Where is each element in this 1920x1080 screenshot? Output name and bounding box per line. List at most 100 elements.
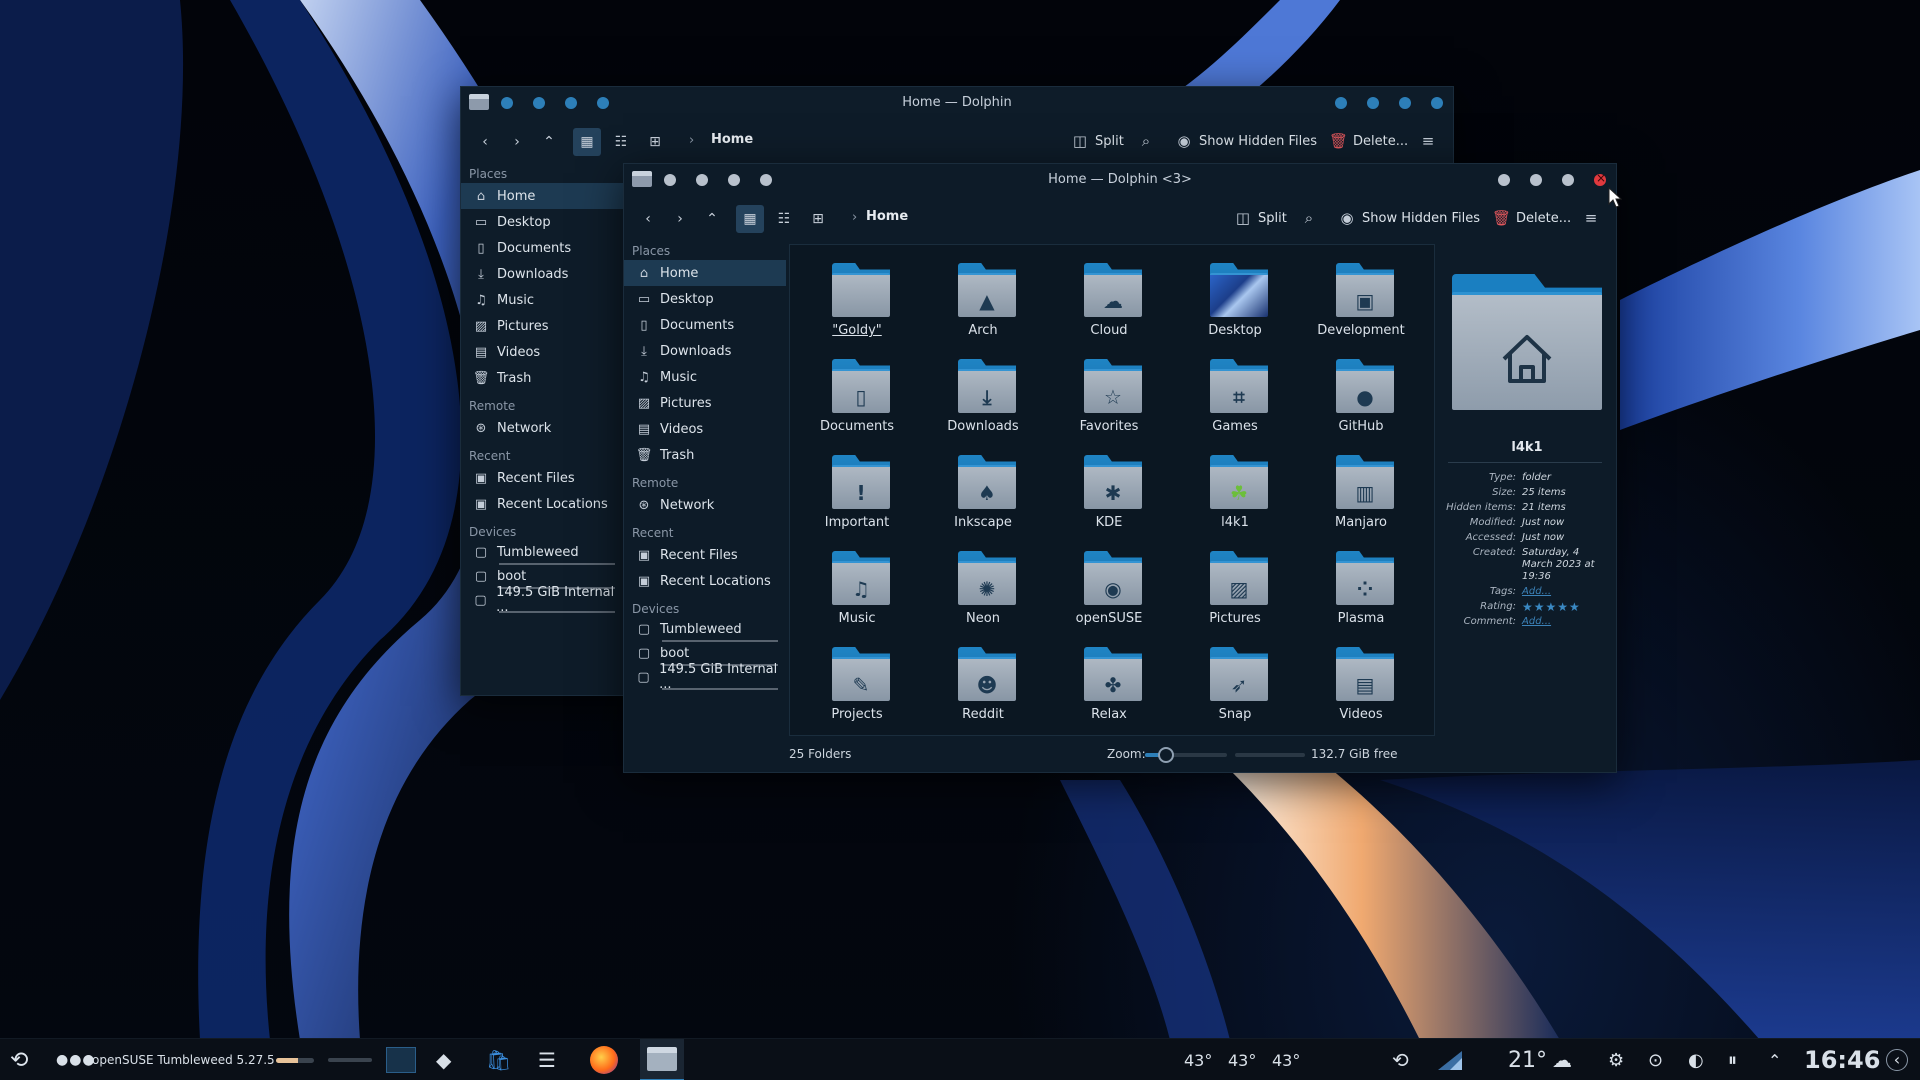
sidebar-item-videos[interactable]: ▤ Videos — [624, 416, 786, 442]
sidebar-item-tumbleweed[interactable]: ▢ Tumbleweed — [624, 618, 786, 640]
peek-desktop-button[interactable]: ‹ — [1886, 1039, 1908, 1080]
forward-button[interactable]: › — [666, 205, 694, 233]
folder-item[interactable]: ! Important — [798, 445, 916, 537]
firefox-task[interactable] — [590, 1039, 618, 1080]
sidebar-item-music[interactable]: ♫ Music — [461, 287, 623, 313]
minimize-button[interactable] — [1498, 174, 1510, 186]
sidebar-item-recent-files[interactable]: ▣ Recent Files — [624, 542, 786, 568]
sidebar-item-internal-drive[interactable]: ▢ 149.5 GiB Internal ... — [624, 662, 786, 692]
add-tags-link[interactable]: Add... — [1522, 586, 1606, 598]
compact-view-button[interactable]: ☷ — [607, 128, 635, 156]
sidebar-item-recent-locations[interactable]: ▣ Recent Locations — [461, 491, 623, 517]
show-hidden-button[interactable]: ◉ Show Hidden Files — [1175, 127, 1317, 155]
weather-temp[interactable]: 21° — [1508, 1039, 1547, 1080]
sidebar-item-home[interactable]: ⌂ Home — [461, 183, 623, 209]
icons-view-button[interactable]: ▦ — [736, 205, 764, 233]
rating-stars[interactable]: ★★★★★ — [1522, 601, 1606, 613]
updates-tray[interactable]: ⊙ — [1648, 1039, 1663, 1080]
folder-item[interactable]: "Goldy" — [798, 253, 916, 345]
sidebar-item-boot[interactable]: ▢ boot — [624, 642, 786, 664]
sidebar-item-desktop[interactable]: ▭ Desktop — [624, 286, 786, 312]
tray-expander[interactable]: ⌃ — [1768, 1039, 1781, 1080]
sidebar-item-pictures[interactable]: ▨ Pictures — [461, 313, 623, 339]
breadcrumb-home[interactable]: Home — [711, 132, 753, 147]
maximize-button[interactable] — [1530, 174, 1542, 186]
sidebar-item-network[interactable]: ⊛ Network — [461, 415, 623, 441]
folder-item[interactable]: ✎ Projects — [798, 637, 916, 729]
details-view-button[interactable]: ⊞ — [641, 128, 669, 156]
forward-button[interactable]: › — [503, 128, 531, 156]
sidebar-item-documents[interactable]: ▯ Documents — [624, 312, 786, 338]
folder-item[interactable]: ⌗ Games — [1176, 349, 1294, 441]
zoom-slider-handle[interactable] — [1157, 747, 1174, 763]
split-button[interactable]: ◫ Split — [1234, 204, 1287, 232]
folder-item[interactable]: ▲ Arch — [924, 253, 1042, 345]
minimize-button[interactable] — [1335, 97, 1347, 109]
pager-desktop[interactable] — [386, 1047, 416, 1073]
up-button[interactable]: ⌃ — [535, 128, 563, 156]
close-button[interactable] — [1431, 97, 1443, 109]
folder-item[interactable]: ✤ Relax — [1050, 637, 1168, 729]
folder-item[interactable]: ▣ Development — [1302, 253, 1420, 345]
sidebar-item-boot[interactable]: ▢ boot — [461, 565, 623, 587]
application-launcher[interactable]: ⟲ — [10, 1039, 28, 1080]
sidebar-item-recent-files[interactable]: ▣ Recent Files — [461, 465, 623, 491]
opensuse-tray[interactable]: ⟲ — [1392, 1039, 1409, 1080]
folder-item[interactable]: ▨ Pictures — [1176, 541, 1294, 633]
sidebar-item-videos[interactable]: ▤ Videos — [461, 339, 623, 365]
icons-view-button[interactable]: ▦ — [573, 128, 601, 156]
system-settings-tray[interactable]: ⚙ — [1608, 1039, 1624, 1080]
sidebar-item-trash[interactable]: 🗑 Trash — [461, 365, 623, 391]
up-button[interactable]: ⌃ — [698, 205, 726, 233]
breadcrumb-home[interactable]: Home — [866, 209, 908, 224]
compact-view-button[interactable]: ☷ — [770, 205, 798, 233]
titlebar[interactable]: Home — Dolphin <3> — [624, 164, 1616, 196]
folder-item[interactable]: ▤ Videos — [1302, 637, 1420, 729]
folder-item[interactable]: ☆ Favorites — [1050, 349, 1168, 441]
folder-item[interactable]: ♠ Inkscape — [924, 445, 1042, 537]
add-comment-link[interactable]: Add... — [1522, 616, 1606, 628]
folder-item[interactable]: ▯ Documents — [798, 349, 916, 441]
split-button[interactable]: ◫ Split — [1071, 127, 1124, 155]
folder-item[interactable]: ☻ Reddit — [924, 637, 1042, 729]
back-button[interactable]: ‹ — [634, 205, 662, 233]
close-button[interactable] — [1594, 171, 1606, 186]
sidebar-item-internal-drive[interactable]: ▢ 149.5 GiB Internal ... — [461, 585, 623, 615]
folder-item[interactable]: ♫ Music — [798, 541, 916, 633]
sidebar-item-downloads[interactable]: ⤓ Downloads — [461, 261, 623, 287]
show-hidden-button[interactable]: ◉ Show Hidden Files — [1338, 204, 1480, 232]
sidebar-item-downloads[interactable]: ⤓ Downloads — [624, 338, 786, 364]
dolphin-task[interactable] — [640, 1039, 684, 1080]
discover-task[interactable]: 🛍 — [486, 1039, 511, 1080]
folder-item[interactable]: ✱ KDE — [1050, 445, 1168, 537]
hamburger-menu-button[interactable]: ≡ — [1419, 127, 1437, 155]
folder-item[interactable]: ⤓ Downloads — [924, 349, 1042, 441]
sidebar-item-documents[interactable]: ▯ Documents — [461, 235, 623, 261]
sidebar-item-music[interactable]: ♫ Music — [624, 364, 786, 390]
delete-button[interactable]: 🗑 Delete... — [1329, 127, 1408, 155]
pager[interactable] — [386, 1039, 416, 1080]
sidebar-item-tumbleweed[interactable]: ▢ Tumbleweed — [461, 541, 623, 563]
folder-item[interactable]: ▥ Manjaro — [1302, 445, 1420, 537]
file-view[interactable]: "Goldy" ▲ Arch ☁ Cloud Desktop ▣ Development ▯ Do… — [789, 244, 1435, 736]
network-tray[interactable] — [1436, 1039, 1464, 1080]
overflow-dots-icon[interactable]: ●●● — [56, 1039, 96, 1080]
keep-above-button[interactable] — [1562, 174, 1574, 186]
sidebar-item-home[interactable]: ⌂ Home — [624, 260, 786, 286]
sidebar-item-recent-locations[interactable]: ▣ Recent Locations — [624, 568, 786, 594]
folder-item[interactable]: ☘ l4k1 — [1176, 445, 1294, 537]
power-tray[interactable]: ◐ — [1688, 1039, 1704, 1080]
folder-item[interactable]: ✺ Neon — [924, 541, 1042, 633]
sidebar-item-desktop[interactable]: ▭ Desktop — [461, 209, 623, 235]
inkscape-task[interactable]: ◆ — [436, 1039, 451, 1080]
back-button[interactable]: ‹ — [471, 128, 499, 156]
search-button[interactable]: ⌕ — [1300, 204, 1318, 232]
hamburger-menu-button[interactable]: ≡ — [1582, 204, 1600, 232]
sidebar-item-trash[interactable]: 🗑 Trash — [624, 442, 786, 468]
media-tray[interactable]: ⏸ — [1728, 1039, 1737, 1080]
folder-item[interactable]: ⁘ Plasma — [1302, 541, 1420, 633]
maximize-button[interactable] — [1367, 97, 1379, 109]
clock[interactable]: 16:46 — [1804, 1039, 1880, 1080]
titlebar[interactable]: Home — Dolphin — [461, 87, 1453, 119]
details-view-button[interactable]: ⊞ — [804, 205, 832, 233]
